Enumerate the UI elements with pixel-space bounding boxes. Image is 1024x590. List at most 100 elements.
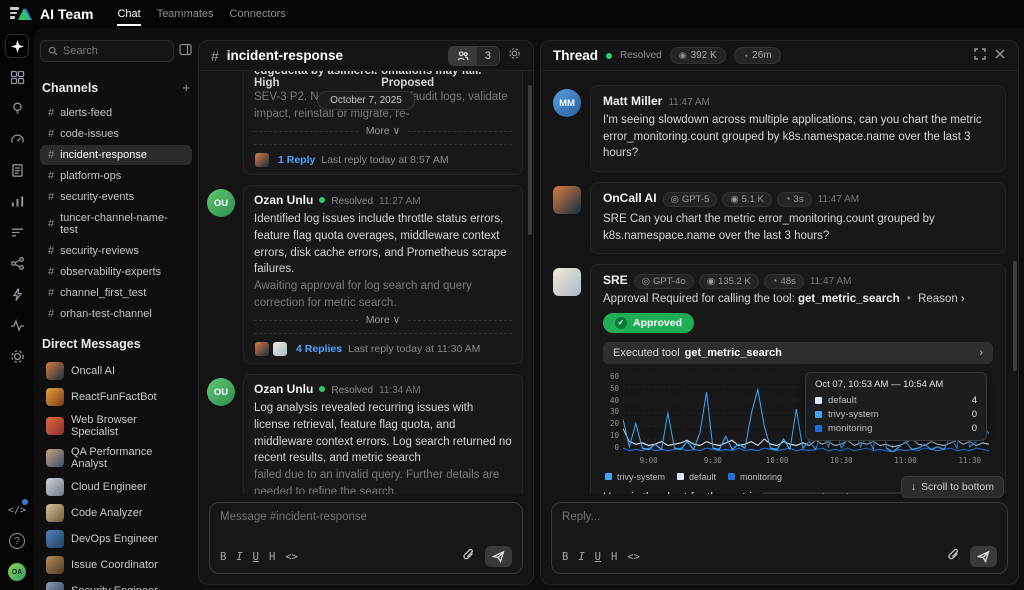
traces-icon[interactable]	[5, 220, 29, 244]
scroll-to-bottom-button[interactable]: ↓ Scroll to bottom	[901, 476, 1004, 498]
underline-button[interactable]: U	[595, 551, 601, 563]
thread-composer[interactable]: Reply... B I U H <>	[551, 502, 1008, 574]
model-badge: ◎GPT-5	[663, 192, 718, 207]
dms-title: Direct Messages	[42, 337, 141, 351]
tab-connectors[interactable]: Connectors	[230, 2, 286, 26]
sidebar-item-tuncer-channel-name-test[interactable]: #tuncer-channel-name-test	[40, 208, 192, 240]
help-icon[interactable]: ?	[5, 529, 29, 553]
app-window: AI Team Chat Teammates Connectors	[0, 0, 1024, 590]
sidebar-item-alerts-feed[interactable]: #alerts-feed	[40, 103, 192, 123]
members-button[interactable]: 3	[448, 46, 500, 66]
attach-paperclip-icon[interactable]	[462, 548, 475, 566]
underline-button[interactable]: U	[253, 551, 259, 563]
dm-issue-coordinator[interactable]: Issue Coordinator	[40, 553, 192, 577]
dm-devops-engineer[interactable]: DevOps Engineer	[40, 527, 192, 551]
avatar	[46, 449, 64, 467]
message-card[interactable]: edgedelta by asimerel. High omations may…	[243, 71, 523, 175]
heading-button[interactable]: H	[269, 551, 275, 563]
thread-scrollbar[interactable]	[1013, 261, 1017, 371]
thread-replies-link[interactable]: 4 Replies Last reply today at 11:30 AM	[254, 333, 512, 357]
message-card[interactable]: Matt Miller 11:47 AM I'm seeing slowdown…	[590, 85, 1006, 172]
dm-cloud-engineer[interactable]: Cloud Engineer	[40, 475, 192, 499]
message-card[interactable]: OnCall AI ◎GPT-5 ◉5.1 K ◔3s 11:47 AM SRE…	[590, 182, 1006, 254]
sidebar-item-code-issues[interactable]: #code-issues	[40, 124, 192, 144]
legend-item[interactable]: default	[677, 472, 716, 482]
sidebar-item-security-reviews[interactable]: #security-reviews	[40, 241, 192, 261]
dm-security-engineer[interactable]: Security Engineer	[40, 579, 192, 590]
thread-status: Resolved	[620, 50, 662, 61]
y-tick-label: 30	[603, 407, 619, 416]
sidebar-item-security-events[interactable]: #security-events	[40, 187, 192, 207]
x-tick-label: 11:30	[958, 456, 981, 465]
dm-code-analyzer[interactable]: Code Analyzer	[40, 501, 192, 525]
italic-button[interactable]: I	[236, 551, 242, 563]
add-channel-button[interactable]: +	[182, 80, 190, 95]
dm-web-browser-specialist[interactable]: Web Browser Specialist	[40, 411, 192, 441]
message-card[interactable]: Ozan Unlu Resolved 11:27 AM Identified l…	[243, 185, 523, 364]
channel-scrollbar[interactable]	[528, 85, 532, 235]
channel-composer[interactable]: Message #incident-response B I U H <>	[209, 502, 523, 574]
sidebar-item-platform-ops[interactable]: #platform-ops	[40, 166, 192, 186]
code-button[interactable]: <>	[285, 551, 298, 563]
avatar	[46, 530, 64, 548]
y-tick-label: 50	[603, 384, 619, 393]
pipelines-icon[interactable]	[5, 251, 29, 275]
insights-bulb-icon[interactable]	[5, 96, 29, 120]
send-button[interactable]	[485, 546, 512, 567]
executed-tool-bar[interactable]: Executed tool get_metric_search ›	[603, 342, 993, 364]
sidebar-item-orhan-test-channel[interactable]: #orhan-test-channel	[40, 304, 192, 324]
tab-chat[interactable]: Chat	[117, 2, 140, 26]
legend-item[interactable]: monitoring	[728, 472, 782, 482]
dm-oncall-ai[interactable]: Oncall AI	[40, 359, 192, 383]
collapse-sidebar-icon[interactable]	[179, 43, 192, 59]
arrow-down-icon: ↓	[911, 481, 916, 493]
code-button[interactable]: <>	[627, 551, 640, 563]
metric-chart[interactable]: 6050403020100 9:009:3010:0010:3011:0011:…	[603, 372, 993, 468]
more-link[interactable]: More ∨	[366, 314, 401, 326]
ai-chat-icon[interactable]	[5, 34, 29, 58]
approved-button[interactable]: ✓ Approved	[603, 313, 694, 333]
chart-y-axis: 6050403020100	[603, 372, 619, 452]
settings-gear-icon[interactable]	[5, 344, 29, 368]
expand-icon[interactable]	[974, 47, 986, 65]
italic-button[interactable]: I	[578, 551, 584, 563]
search-input[interactable]: Search	[40, 40, 174, 62]
thread-replies-link[interactable]: 1 Reply Last reply today at 8:57 AM	[254, 144, 512, 168]
y-tick-label: 10	[603, 431, 619, 440]
dm-qa-performance-analyst[interactable]: QA Performance Analyst	[40, 443, 192, 473]
sidebar: Search Channels + #alerts-feed #code-iss…	[40, 40, 192, 585]
tab-teammates[interactable]: Teammates	[157, 2, 214, 26]
bold-button[interactable]: B	[562, 551, 568, 563]
avatar	[254, 341, 270, 357]
reason-link[interactable]: Reason ›	[918, 293, 965, 305]
monitors-gauge-icon[interactable]	[5, 127, 29, 151]
anomalies-pulse-icon[interactable]	[5, 313, 29, 337]
heading-button[interactable]: H	[611, 551, 617, 563]
token-badge: ◉5.1 K	[722, 192, 771, 207]
avatar	[46, 582, 64, 590]
profile-avatar[interactable]: OA	[5, 560, 29, 584]
logs-icon[interactable]	[5, 158, 29, 182]
legend-label: trivy-system	[617, 472, 665, 482]
bold-button[interactable]: B	[220, 551, 226, 563]
duration-badge: ◔48s	[764, 274, 804, 289]
api-code-icon[interactable]: </>	[5, 498, 29, 522]
message-card[interactable]: Ozan Unlu Resolved 11:34 AM Log analysis…	[243, 374, 523, 494]
channel-title: incident-response	[227, 48, 440, 63]
message-card[interactable]: SRE ◎GPT-4o ◉135.2 K ◔48s 11:47 AM Appro…	[590, 264, 1006, 494]
thread-message-sre: SRE ◎GPT-4o ◉135.2 K ◔48s 11:47 AM Appro…	[553, 264, 1006, 494]
dm-reactfunfactbot[interactable]: ReactFunFactBot	[40, 385, 192, 409]
dashboards-icon[interactable]	[5, 65, 29, 89]
send-button[interactable]	[970, 546, 997, 567]
metrics-chart-icon[interactable]	[5, 189, 29, 213]
automations-bolt-icon[interactable]	[5, 282, 29, 306]
sidebar-item-channel-first-test[interactable]: #channel_first_test	[40, 283, 192, 303]
more-link[interactable]: More ∨	[366, 125, 401, 137]
composer-placeholder: Reply...	[562, 511, 997, 546]
sidebar-item-observability-experts[interactable]: #observability-experts	[40, 262, 192, 282]
sidebar-item-incident-response[interactable]: #incident-response	[40, 145, 192, 165]
close-icon[interactable]	[994, 47, 1006, 65]
legend-item[interactable]: trivy-system	[605, 472, 665, 482]
attach-paperclip-icon[interactable]	[947, 548, 960, 566]
channel-settings-gear-icon[interactable]	[508, 47, 521, 65]
